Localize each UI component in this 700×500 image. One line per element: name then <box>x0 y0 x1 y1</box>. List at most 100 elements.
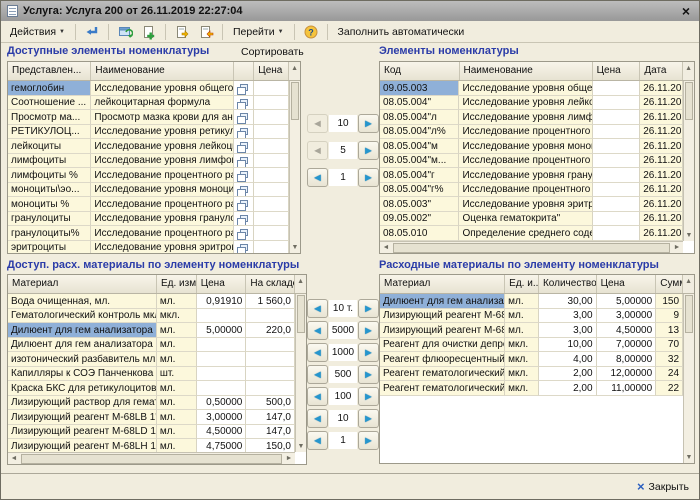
cell[interactable]: Исследование процентного рас... <box>91 197 234 212</box>
cell[interactable] <box>254 110 289 125</box>
cell[interactable]: мл. <box>157 439 197 452</box>
table-row[interactable]: Реагент для очистки депрот...мкл.10,007,… <box>380 338 683 353</box>
cell[interactable] <box>246 309 295 324</box>
vertical-scrollbar[interactable]: ▼ <box>295 294 306 452</box>
goto-menu-button[interactable]: Перейти▼ <box>228 24 289 40</box>
table-row[interactable]: лимфоциты %Исследование процентного рас.… <box>8 168 289 183</box>
scroll-thumb[interactable] <box>291 82 299 120</box>
cell[interactable] <box>593 154 641 169</box>
cell[interactable]: 24 <box>656 367 683 382</box>
cell[interactable]: 500,0 <box>246 396 295 411</box>
scroll-thumb[interactable] <box>297 295 305 333</box>
cell[interactable]: 26.11.20 <box>640 168 683 183</box>
import-button[interactable] <box>171 23 193 41</box>
cell[interactable]: мкл. <box>157 309 197 324</box>
cell[interactable] <box>254 197 289 212</box>
cell[interactable]: Исследование уровня лейкоцит... <box>459 96 592 111</box>
cell[interactable]: лимфоциты <box>8 154 91 169</box>
cell[interactable]: 26.11.20 <box>640 197 683 212</box>
cell[interactable]: 147,0 <box>246 410 295 425</box>
cell[interactable]: 4,50000 <box>597 323 657 338</box>
cell[interactable] <box>254 212 289 227</box>
cell[interactable] <box>234 183 254 198</box>
cell[interactable]: гранулоциты <box>8 212 91 227</box>
table-row[interactable]: лейкоцитыИсследование уровня лейкоцит... <box>8 139 289 154</box>
open-value-icon[interactable] <box>240 186 248 193</box>
cell[interactable]: 8,00000 <box>597 352 657 367</box>
table-row[interactable]: Лизирующий реагент М-68L...мл.3,003,0000… <box>380 309 683 324</box>
cell[interactable]: Просмотр мазка крови для анал... <box>91 110 234 125</box>
cell[interactable] <box>197 367 247 382</box>
cell[interactable] <box>254 139 289 154</box>
vertical-scrollbar[interactable]: ▼ <box>289 81 300 253</box>
cell[interactable] <box>234 96 254 111</box>
transfer-left-button[interactable]: ◄ <box>307 321 328 340</box>
cell[interactable]: Исследование уровня моноцито... <box>91 183 234 198</box>
table-row[interactable]: лимфоцитыИсследование уровня лимфоцит... <box>8 154 289 169</box>
cell[interactable]: лимфоциты % <box>8 168 91 183</box>
table-row[interactable]: 09.05.002"Оценка гематокрита"26.11.20 <box>380 212 683 227</box>
cell[interactable]: 4,00 <box>539 352 597 367</box>
column-header[interactable]: Ед. и... <box>505 275 539 293</box>
cell[interactable]: Лизирующий реагент М-68LB 1"... <box>8 410 157 425</box>
transfer-left-button[interactable]: ◄ <box>307 343 328 362</box>
cell[interactable]: Исследование уровня эритроцит... <box>91 241 234 254</box>
table-row[interactable]: Реагент гематологический ...мкл.2,0012,0… <box>380 367 683 382</box>
transfer-right-button[interactable]: ► <box>358 365 379 384</box>
cell[interactable]: 12,00000 <box>597 367 657 382</box>
transfer-left-button[interactable]: ◄ <box>307 387 328 406</box>
cell[interactable] <box>234 168 254 183</box>
cell[interactable]: 11,00000 <box>597 381 657 396</box>
cell[interactable]: 147,0 <box>246 425 295 440</box>
scroll-up-icon[interactable]: ▲ <box>683 62 694 80</box>
cell[interactable] <box>197 309 247 324</box>
cell[interactable]: Лизирующий реагент М-68L... <box>380 323 505 338</box>
table-row[interactable]: моноциты %Исследование процентного рас..… <box>8 197 289 212</box>
cell[interactable]: Дилюент для гем анализато... <box>380 294 505 309</box>
cell[interactable]: 09.05.002" <box>380 212 459 227</box>
scroll-down-icon[interactable]: ▼ <box>684 452 694 463</box>
vertical-scrollbar[interactable]: ▼ <box>683 294 694 463</box>
cell[interactable] <box>197 381 247 396</box>
cell[interactable] <box>254 96 289 111</box>
table-row[interactable]: Лизирующий реагент М-68LD 1"...мл.4,5000… <box>8 425 295 440</box>
cell[interactable]: 7,00000 <box>597 338 657 353</box>
cell[interactable]: 08.05.004"м... <box>380 154 459 169</box>
cell[interactable]: 4,50000 <box>197 425 247 440</box>
cell[interactable]: 08.05.004"г% <box>380 183 459 198</box>
cell[interactable] <box>197 352 247 367</box>
cell[interactable]: 2,00 <box>539 381 597 396</box>
cell[interactable]: 22 <box>656 381 683 396</box>
cell[interactable]: 08.05.004" <box>380 96 459 111</box>
column-header[interactable]: Наименование <box>91 62 234 80</box>
cell[interactable]: 26.11.20 <box>640 183 683 198</box>
table-row[interactable]: 08.05.004"Исследование уровня лейкоцит..… <box>380 96 683 111</box>
cell[interactable]: Просмотр ма... <box>8 110 91 125</box>
cell[interactable]: 08.05.004"л <box>380 110 459 125</box>
scroll-right-icon[interactable]: ► <box>671 244 683 251</box>
cell[interactable]: 26.11.20 <box>640 226 683 241</box>
column-header[interactable]: Цена <box>197 275 247 293</box>
table-row[interactable]: моноциты\эо...Исследование уровня моноци… <box>8 183 289 198</box>
cell[interactable]: Реагент гематологический ... <box>380 367 505 382</box>
cell[interactable]: 0,91910 <box>197 294 247 309</box>
cell[interactable]: Краска БКС для ретикулоцитов ... <box>8 381 157 396</box>
table-row[interactable]: гранулоциты%Исследование процентного рас… <box>8 226 289 241</box>
scroll-right-icon[interactable]: ► <box>283 455 295 462</box>
cell[interactable]: Исследование уровня общего г... <box>459 81 592 96</box>
cell[interactable]: Дилюент для гем анализатора ... <box>8 338 157 353</box>
table-row[interactable]: 08.05.004"г%Исследование процентного рас… <box>380 183 683 198</box>
cell[interactable]: 08.05.004"л% <box>380 125 459 140</box>
cell[interactable] <box>593 139 641 154</box>
reread-button[interactable] <box>114 23 136 41</box>
cell[interactable]: 150 <box>656 294 683 309</box>
table-row[interactable]: гемоглобинИсследование уровня общего ге.… <box>8 81 289 96</box>
cell[interactable]: 10,00 <box>539 338 597 353</box>
close-button[interactable]: × Закрыть <box>637 481 689 493</box>
table-row[interactable]: Капилляры к СОЭ Панченкова ...шт. <box>8 367 295 382</box>
cell[interactable] <box>246 338 295 353</box>
column-header[interactable]: На складе <box>246 275 295 293</box>
open-value-icon[interactable] <box>240 84 248 91</box>
cell[interactable]: лейкоциты <box>8 139 91 154</box>
transfer-right-button[interactable]: ► <box>358 114 379 133</box>
